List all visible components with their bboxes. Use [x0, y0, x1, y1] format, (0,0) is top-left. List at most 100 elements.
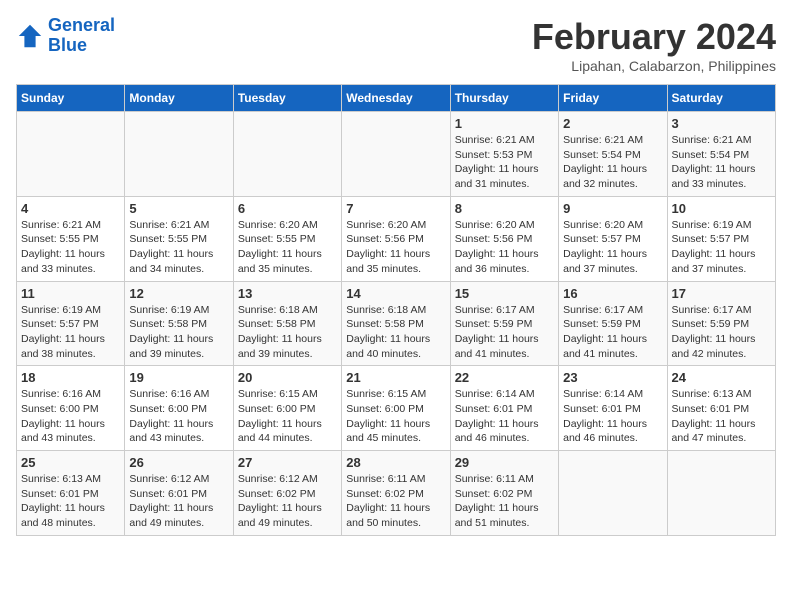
calendar-cell: 26 Sunrise: 6:12 AM Sunset: 6:01 PM Dayli…: [125, 451, 233, 536]
week-row-0: 1 Sunrise: 6:21 AM Sunset: 5:53 PM Daylig…: [17, 112, 776, 197]
month-year: February 2024: [532, 16, 776, 58]
day-info: Sunrise: 6:11 AM Sunset: 6:02 PM Dayligh…: [346, 472, 445, 531]
calendar-cell: 2 Sunrise: 6:21 AM Sunset: 5:54 PM Daylig…: [559, 112, 667, 197]
day-number: 26: [129, 455, 228, 470]
header-cell-sunday: Sunday: [17, 85, 125, 112]
day-number: 10: [672, 201, 771, 216]
calendar-cell: [125, 112, 233, 197]
day-info: Sunrise: 6:21 AM Sunset: 5:55 PM Dayligh…: [129, 218, 228, 277]
day-number: 25: [21, 455, 120, 470]
day-info: Sunrise: 6:17 AM Sunset: 5:59 PM Dayligh…: [455, 303, 554, 362]
day-info: Sunrise: 6:21 AM Sunset: 5:55 PM Dayligh…: [21, 218, 120, 277]
day-number: 20: [238, 370, 337, 385]
day-info: Sunrise: 6:20 AM Sunset: 5:56 PM Dayligh…: [346, 218, 445, 277]
week-row-1: 4 Sunrise: 6:21 AM Sunset: 5:55 PM Daylig…: [17, 196, 776, 281]
day-info: Sunrise: 6:15 AM Sunset: 6:00 PM Dayligh…: [346, 387, 445, 446]
day-info: Sunrise: 6:19 AM Sunset: 5:58 PM Dayligh…: [129, 303, 228, 362]
day-info: Sunrise: 6:17 AM Sunset: 5:59 PM Dayligh…: [672, 303, 771, 362]
day-number: 19: [129, 370, 228, 385]
day-info: Sunrise: 6:11 AM Sunset: 6:02 PM Dayligh…: [455, 472, 554, 531]
day-info: Sunrise: 6:21 AM Sunset: 5:54 PM Dayligh…: [563, 133, 662, 192]
day-info: Sunrise: 6:16 AM Sunset: 6:00 PM Dayligh…: [21, 387, 120, 446]
day-number: 13: [238, 286, 337, 301]
day-info: Sunrise: 6:12 AM Sunset: 6:02 PM Dayligh…: [238, 472, 337, 531]
week-row-4: 25 Sunrise: 6:13 AM Sunset: 6:01 PM Dayli…: [17, 451, 776, 536]
day-info: Sunrise: 6:21 AM Sunset: 5:54 PM Dayligh…: [672, 133, 771, 192]
calendar-cell: 24 Sunrise: 6:13 AM Sunset: 6:01 PM Dayli…: [667, 366, 775, 451]
header-row: SundayMondayTuesdayWednesdayThursdayFrid…: [17, 85, 776, 112]
day-number: 6: [238, 201, 337, 216]
calendar-cell: 5 Sunrise: 6:21 AM Sunset: 5:55 PM Daylig…: [125, 196, 233, 281]
header-cell-saturday: Saturday: [667, 85, 775, 112]
day-number: 8: [455, 201, 554, 216]
day-info: Sunrise: 6:18 AM Sunset: 5:58 PM Dayligh…: [346, 303, 445, 362]
day-info: Sunrise: 6:21 AM Sunset: 5:53 PM Dayligh…: [455, 133, 554, 192]
calendar-cell: 27 Sunrise: 6:12 AM Sunset: 6:02 PM Dayli…: [233, 451, 341, 536]
calendar-cell: 1 Sunrise: 6:21 AM Sunset: 5:53 PM Daylig…: [450, 112, 558, 197]
calendar-cell: 19 Sunrise: 6:16 AM Sunset: 6:00 PM Dayli…: [125, 366, 233, 451]
day-number: 9: [563, 201, 662, 216]
day-info: Sunrise: 6:20 AM Sunset: 5:56 PM Dayligh…: [455, 218, 554, 277]
calendar-table: SundayMondayTuesdayWednesdayThursdayFrid…: [16, 84, 776, 536]
calendar-cell: 25 Sunrise: 6:13 AM Sunset: 6:01 PM Dayli…: [17, 451, 125, 536]
calendar-cell: [233, 112, 341, 197]
calendar-cell: 10 Sunrise: 6:19 AM Sunset: 5:57 PM Dayli…: [667, 196, 775, 281]
calendar-cell: 16Sunrise: 6:17 AM Sunset: 5:59 PM Dayli…: [559, 281, 667, 366]
logo-text: General Blue: [48, 16, 115, 56]
day-number: 16: [563, 286, 662, 301]
day-number: 17: [672, 286, 771, 301]
day-info: Sunrise: 6:20 AM Sunset: 5:57 PM Dayligh…: [563, 218, 662, 277]
day-number: 24: [672, 370, 771, 385]
calendar-cell: [559, 451, 667, 536]
logo-line1: General: [48, 15, 115, 35]
day-info: Sunrise: 6:13 AM Sunset: 6:01 PM Dayligh…: [21, 472, 120, 531]
day-number: 1: [455, 116, 554, 131]
day-number: 2: [563, 116, 662, 131]
calendar-cell: 6 Sunrise: 6:20 AM Sunset: 5:55 PM Daylig…: [233, 196, 341, 281]
logo-icon: [16, 22, 44, 50]
calendar-cell: [667, 451, 775, 536]
calendar-cell: [342, 112, 450, 197]
day-info: Sunrise: 6:16 AM Sunset: 6:00 PM Dayligh…: [129, 387, 228, 446]
day-info: Sunrise: 6:19 AM Sunset: 5:57 PM Dayligh…: [21, 303, 120, 362]
day-info: Sunrise: 6:12 AM Sunset: 6:01 PM Dayligh…: [129, 472, 228, 531]
header: General Blue February 2024 Lipahan, Cala…: [16, 16, 776, 74]
calendar-cell: 22 Sunrise: 6:14 AM Sunset: 6:01 PM Dayli…: [450, 366, 558, 451]
day-info: Sunrise: 6:18 AM Sunset: 5:58 PM Dayligh…: [238, 303, 337, 362]
calendar-cell: 14 Sunrise: 6:18 AM Sunset: 5:58 PM Dayli…: [342, 281, 450, 366]
header-cell-monday: Monday: [125, 85, 233, 112]
day-number: 12: [129, 286, 228, 301]
day-number: 5: [129, 201, 228, 216]
calendar-cell: 4 Sunrise: 6:21 AM Sunset: 5:55 PM Daylig…: [17, 196, 125, 281]
day-number: 28: [346, 455, 445, 470]
location: Lipahan, Calabarzon, Philippines: [532, 58, 776, 74]
day-number: 15: [455, 286, 554, 301]
day-number: 23: [563, 370, 662, 385]
title-area: February 2024 Lipahan, Calabarzon, Phili…: [532, 16, 776, 74]
week-row-2: 11Sunrise: 6:19 AM Sunset: 5:57 PM Dayli…: [17, 281, 776, 366]
day-number: 4: [21, 201, 120, 216]
calendar-cell: 11Sunrise: 6:19 AM Sunset: 5:57 PM Dayli…: [17, 281, 125, 366]
header-cell-thursday: Thursday: [450, 85, 558, 112]
day-number: 14: [346, 286, 445, 301]
calendar-cell: 20 Sunrise: 6:15 AM Sunset: 6:00 PM Dayli…: [233, 366, 341, 451]
calendar-cell: 7Sunrise: 6:20 AM Sunset: 5:56 PM Daylig…: [342, 196, 450, 281]
header-cell-tuesday: Tuesday: [233, 85, 341, 112]
calendar-cell: 8 Sunrise: 6:20 AM Sunset: 5:56 PM Daylig…: [450, 196, 558, 281]
day-info: Sunrise: 6:19 AM Sunset: 5:57 PM Dayligh…: [672, 218, 771, 277]
logo-line2: Blue: [48, 35, 87, 55]
calendar-cell: 21Sunrise: 6:15 AM Sunset: 6:00 PM Dayli…: [342, 366, 450, 451]
logo: General Blue: [16, 16, 115, 56]
day-number: 27: [238, 455, 337, 470]
calendar-cell: 23Sunrise: 6:14 AM Sunset: 6:01 PM Dayli…: [559, 366, 667, 451]
day-info: Sunrise: 6:13 AM Sunset: 6:01 PM Dayligh…: [672, 387, 771, 446]
day-info: Sunrise: 6:20 AM Sunset: 5:55 PM Dayligh…: [238, 218, 337, 277]
calendar-cell: 13 Sunrise: 6:18 AM Sunset: 5:58 PM Dayli…: [233, 281, 341, 366]
day-number: 3: [672, 116, 771, 131]
header-cell-friday: Friday: [559, 85, 667, 112]
day-info: Sunrise: 6:14 AM Sunset: 6:01 PM Dayligh…: [455, 387, 554, 446]
day-number: 22: [455, 370, 554, 385]
calendar-cell: 3 Sunrise: 6:21 AM Sunset: 5:54 PM Daylig…: [667, 112, 775, 197]
day-info: Sunrise: 6:15 AM Sunset: 6:00 PM Dayligh…: [238, 387, 337, 446]
calendar-cell: [17, 112, 125, 197]
